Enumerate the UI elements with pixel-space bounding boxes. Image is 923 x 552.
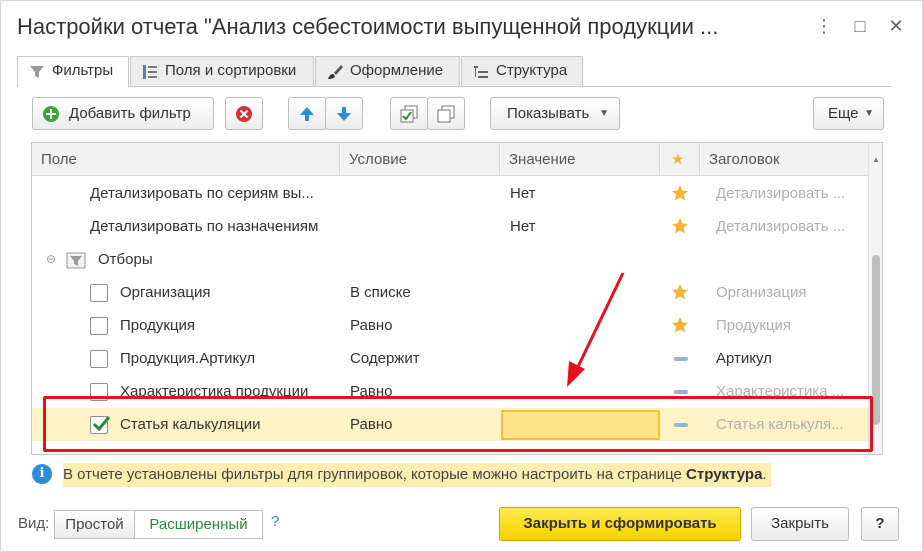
tab-filters[interactable]: Фильтры [17, 56, 129, 87]
add-icon [43, 106, 59, 122]
arrow-down-icon [337, 107, 351, 121]
delete-button[interactable] [225, 97, 263, 130]
tab-fields-sorting[interactable]: Поля и сортировки [130, 56, 314, 86]
table-row[interactable]: Продукция Равно Продукция [32, 309, 868, 342]
tab-label: Структура [496, 62, 568, 79]
row-checkbox[interactable] [90, 350, 108, 368]
scroll-up-icon[interactable]: ▲ [872, 155, 880, 164]
close-icon[interactable]: ✕ [885, 14, 907, 38]
tab-label: Поля и сортировки [165, 62, 297, 79]
info-text: В отчете установлены фильтры для группир… [63, 466, 687, 483]
tab-structure[interactable]: Структура [461, 56, 583, 86]
uncheck-all-icon [437, 105, 455, 123]
value-cell[interactable]: Нет [510, 210, 650, 243]
move-down-button[interactable] [325, 97, 363, 130]
table-header: Поле Условие Значение ★ Заголовок [32, 143, 868, 176]
field-cell: Продукция.Артикул [120, 350, 256, 367]
collapse-icon[interactable]: ⊖ [46, 243, 58, 276]
close-button[interactable]: Закрыть [751, 507, 849, 541]
uncheck-all-button[interactable] [427, 97, 465, 130]
table-row[interactable]: Продукция.Артикул Содержит Артикул [32, 342, 868, 375]
chevron-down-icon: ▼ [599, 108, 609, 119]
table-row[interactable]: Детализировать по сериям вы... Нет Детал… [32, 177, 868, 210]
delete-icon [236, 106, 252, 122]
close-and-build-button[interactable]: Закрыть и сформировать [499, 507, 741, 541]
column-star[interactable]: ★ [660, 143, 700, 176]
fields-icon [143, 65, 157, 79]
star-icon[interactable] [671, 283, 689, 301]
group-filter-icon [66, 252, 86, 269]
more-button[interactable]: Еще ▼ [813, 97, 884, 130]
column-condition[interactable]: Условие [340, 143, 500, 176]
table-row[interactable]: Организация В списке Организация [32, 276, 868, 309]
annotation-arrow-icon [567, 272, 625, 387]
more-menu-icon[interactable]: ⋮ [813, 14, 835, 38]
tab-divider [17, 86, 891, 87]
caption-cell: Детализировать ... [716, 185, 846, 202]
tab-appearance[interactable]: Оформление [315, 56, 460, 86]
group-label: Отборы [98, 251, 153, 268]
condition-cell[interactable]: Равно [350, 309, 490, 342]
star-icon[interactable] [671, 184, 689, 202]
info-icon: i [32, 464, 52, 484]
star-icon[interactable] [671, 217, 689, 235]
arrow-up-icon [300, 107, 314, 121]
structure-link[interactable]: Структура [686, 466, 762, 483]
view-simple-button[interactable]: Простой [54, 510, 135, 539]
brush-icon [328, 65, 343, 79]
view-help-link[interactable]: ? [271, 513, 279, 530]
view-label: Вид: [18, 515, 50, 532]
star-icon[interactable] [671, 316, 689, 334]
window-title: Настройки отчета "Анализ себестоимости в… [17, 14, 719, 39]
field-cell: Организация [120, 284, 211, 301]
check-all-button[interactable] [390, 97, 428, 130]
show-dropdown-button[interactable]: Показывать ▼ [490, 97, 620, 130]
info-message: В отчете установлены фильтры для группир… [63, 463, 771, 487]
maximize-icon[interactable]: □ [849, 14, 871, 38]
column-field[interactable]: Поле [32, 143, 340, 176]
caption-cell: Артикул [716, 350, 772, 367]
no-star-icon[interactable] [674, 357, 688, 361]
annotation-highlight-box [43, 396, 873, 452]
column-value[interactable]: Значение [500, 143, 660, 176]
add-filter-label: Добавить фильтр [69, 105, 191, 122]
group-row-filters[interactable]: ⊖ Отборы [32, 243, 868, 276]
no-star-icon[interactable] [674, 390, 688, 394]
table-row[interactable]: Детализировать по назначениям Нет Детали… [32, 210, 868, 243]
condition-cell[interactable]: Содержит [350, 342, 490, 375]
scroll-thumb[interactable] [872, 255, 880, 425]
caption-cell: Детализировать ... [716, 218, 846, 235]
add-filter-button[interactable]: Добавить фильтр [32, 97, 214, 130]
column-caption[interactable]: Заголовок [700, 143, 868, 176]
view-extended-button[interactable]: Расширенный [134, 510, 263, 539]
check-all-icon [400, 105, 418, 123]
caption-cell: Организация [716, 284, 807, 301]
settings-window: Настройки отчета "Анализ себестоимости в… [0, 0, 923, 552]
title-bar: Настройки отчета "Анализ себестоимости в… [1, 1, 922, 53]
tab-label: Оформление [350, 62, 444, 79]
tab-label: Фильтры [52, 62, 114, 79]
row-checkbox[interactable] [90, 284, 108, 302]
more-label: Еще [828, 105, 859, 122]
caption-cell: Продукция [716, 317, 792, 334]
info-suffix: . [762, 466, 767, 483]
value-cell[interactable]: Нет [510, 177, 650, 210]
chevron-down-icon: ▼ [864, 108, 874, 119]
help-button[interactable]: ? [861, 507, 899, 541]
filter-icon [30, 66, 44, 78]
show-label: Показывать [507, 105, 590, 122]
move-up-button[interactable] [288, 97, 326, 130]
field-cell: Детализировать по назначениям [90, 218, 319, 235]
structure-icon [474, 66, 488, 78]
row-checkbox[interactable] [90, 317, 108, 335]
condition-cell[interactable]: В списке [350, 276, 490, 309]
field-cell: Продукция [120, 317, 196, 334]
field-cell: Детализировать по сериям вы... [90, 185, 314, 202]
